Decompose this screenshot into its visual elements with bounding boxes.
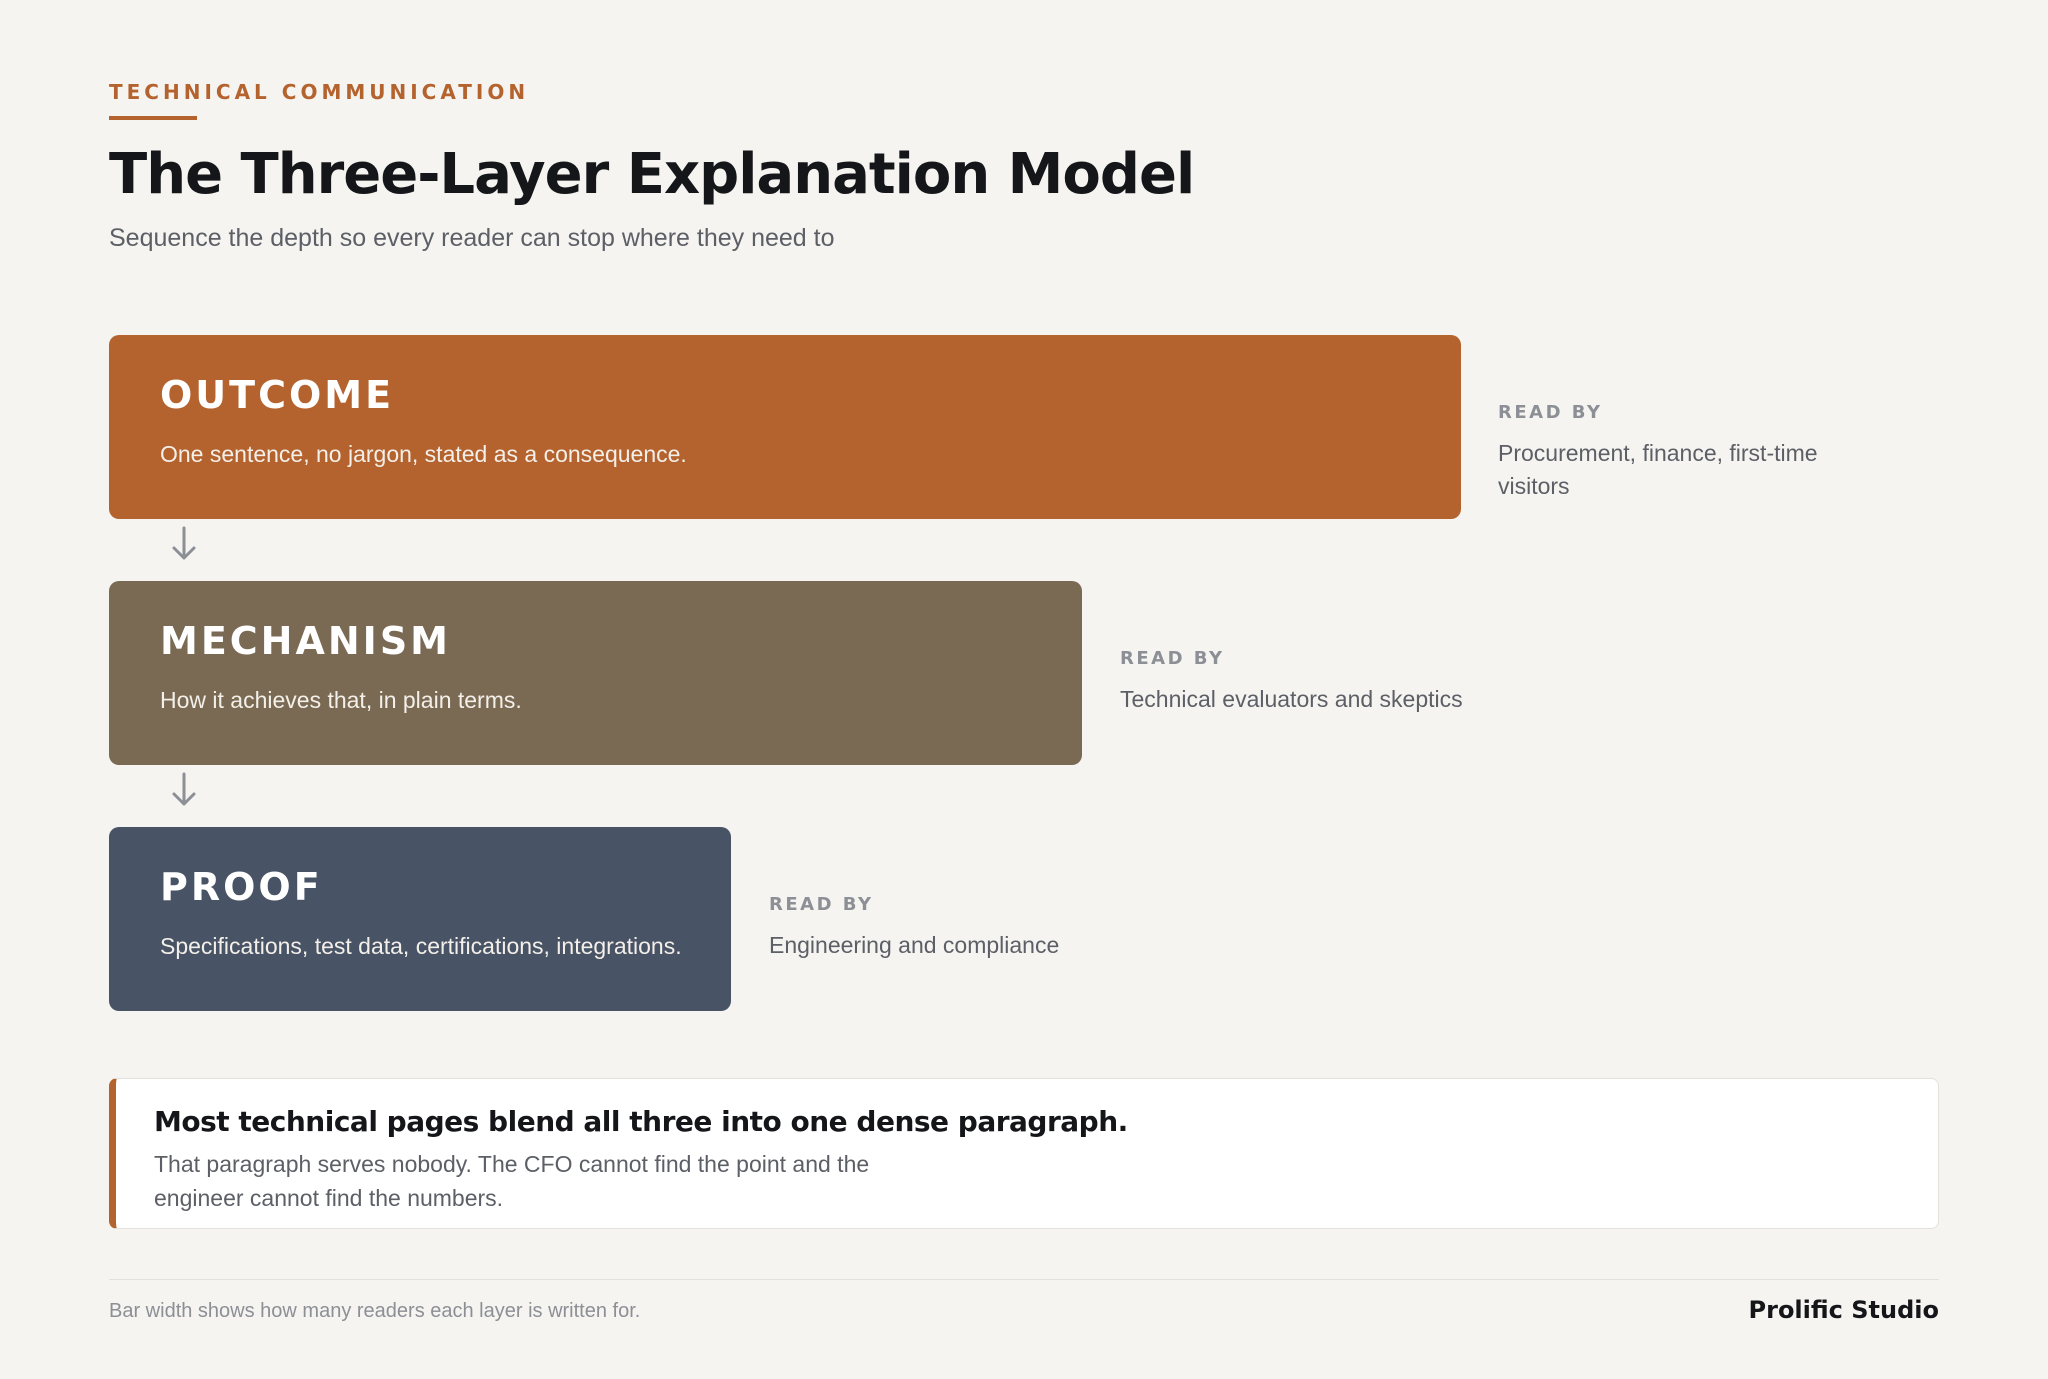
brand-name: Prolific Studio [1748,1296,1939,1324]
arrow-down-icon [172,772,196,806]
footnote: Bar width shows how many readers each la… [109,1300,641,1322]
callout-box: Most technical pages blend all three int… [109,1078,1939,1229]
read-by-audience: Engineering and compliance [769,932,1060,958]
page-title: The Three-Layer Explanation Model [109,142,1195,207]
layer-outcome: OUTCOME One sentence, no jargon, stated … [109,335,1461,519]
footer-divider [109,1279,1939,1280]
layer-description: How it achieves that, in plain terms. [160,687,522,713]
read-by-audience: Procurement, finance, first-time visitor… [1498,440,1818,499]
read-by-label: READ BY [1498,402,1603,423]
layer-mechanism: MECHANISM How it achieves that, in plain… [109,581,1082,765]
layer-description: Specifications, test data, certification… [160,933,682,959]
callout-body: That paragraph serves nobody. The CFO ca… [154,1151,870,1211]
callout-headline: Most technical pages blend all three int… [154,1105,1128,1138]
read-by-label: READ BY [769,894,874,915]
layer-description: One sentence, no jargon, stated as a con… [160,441,687,467]
read-by-proof: READ BY Engineering and compliance [769,894,1189,962]
read-by-audience: Technical evaluators and skeptics [1120,686,1463,712]
read-by-outcome: READ BY Procurement, finance, first-time… [1498,402,1858,503]
arrow-down-icon [172,526,196,560]
read-by-label: READ BY [1120,648,1225,669]
layer-name: OUTCOME [160,373,395,417]
page-subtitle: Sequence the depth so every reader can s… [109,224,835,252]
layer-name: PROOF [160,865,323,909]
layer-proof: PROOF Specifications, test data, certifi… [109,827,731,1011]
layer-name: MECHANISM [160,619,451,663]
eyebrow-underline [109,116,197,120]
read-by-mechanism: READ BY Technical evaluators and skeptic… [1120,648,1540,716]
eyebrow-label: TECHNICAL COMMUNICATION [109,80,530,104]
